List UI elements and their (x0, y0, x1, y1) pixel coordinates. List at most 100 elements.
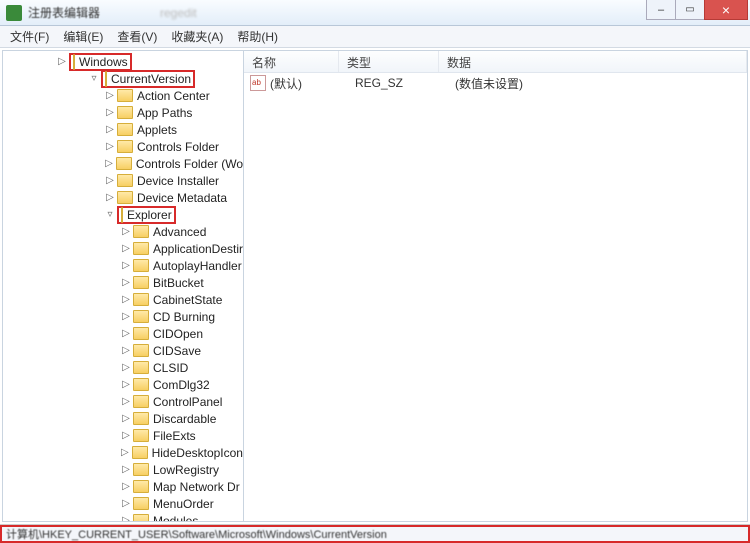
tree-item[interactable]: ▷ Controls Folder (Wo (3, 155, 243, 172)
tree-item[interactable]: ▷LowRegistry (3, 461, 243, 478)
tree-item-label: Windows (79, 55, 128, 69)
menu-favorites[interactable]: 收藏夹(A) (165, 26, 229, 47)
tree-item-label: Map Network Dr (153, 480, 240, 494)
tree-item[interactable]: ▷HideDesktopIcon (3, 444, 243, 461)
tree-item-label: Modules (153, 514, 198, 523)
expander-icon[interactable]: ▷ (119, 481, 133, 492)
tree-item[interactable]: ▷ FileExts (3, 427, 243, 444)
menu-view[interactable]: 查看(V) (111, 26, 163, 47)
folder-icon (133, 514, 149, 522)
folder-icon (133, 293, 149, 306)
tree-item[interactable]: ▷CabinetState (3, 291, 243, 308)
string-value-icon (250, 75, 266, 91)
expander-icon[interactable]: ▷ (103, 107, 117, 118)
tree-item[interactable]: ▷AutoplayHandler (3, 257, 243, 274)
expander-icon[interactable]: ▷ (119, 464, 133, 475)
tree-item[interactable]: ▷CIDSave (3, 342, 243, 359)
tree-item-label: App Paths (137, 106, 192, 120)
expander-icon[interactable]: ▷ (119, 413, 133, 424)
expander-icon[interactable]: ▷ (119, 294, 133, 305)
expander-icon[interactable]: ▷ (119, 328, 133, 339)
tree-item[interactable]: ▷ Action Center (3, 87, 243, 104)
tree-item-label: CurrentVersion (111, 72, 191, 86)
tree-item[interactable]: ▷ControlPanel (3, 393, 243, 410)
expander-icon[interactable]: ▷ (55, 56, 69, 67)
tree-item[interactable]: ▷Controls Folder (3, 138, 243, 155)
expander-icon[interactable]: ▷ (103, 175, 117, 186)
folder-icon (133, 344, 149, 357)
tree-item[interactable]: ▷Discardable (3, 410, 243, 427)
tree-item-label: Controls Folder (Wo (136, 157, 243, 171)
tree-item[interactable]: ▷BitBucket (3, 274, 243, 291)
tree-item[interactable]: ▷ Device Metadata (3, 189, 243, 206)
expander-icon[interactable]: ▷ (119, 362, 133, 373)
expander-icon[interactable]: ▷ (119, 515, 133, 522)
tree-item-label: Explorer (127, 208, 172, 222)
expander-icon[interactable]: ▷ (119, 226, 133, 237)
folder-icon (117, 123, 133, 136)
expander-icon[interactable]: ▿ (87, 73, 101, 84)
expander-icon[interactable]: ▷ (103, 192, 117, 203)
tree-item[interactable]: ▷ App Paths (3, 104, 243, 121)
expander-icon[interactable]: ▷ (103, 141, 117, 152)
registry-tree[interactable]: ▷ Windows ▿ CurrentVersion ▷ Action Center ▷ Ap… (3, 51, 243, 522)
expander-icon[interactable]: ▷ (119, 243, 133, 254)
menu-help[interactable]: 帮助(H) (231, 26, 284, 47)
column-data[interactable]: 数据 (439, 51, 747, 72)
close-button[interactable] (704, 0, 748, 20)
folder-icon (117, 174, 133, 187)
tree-item[interactable]: ▷ Map Network Dr (3, 478, 243, 495)
expander-icon[interactable]: ▷ (119, 498, 133, 509)
expander-icon[interactable]: ▷ (118, 447, 132, 458)
tree-item-label: CIDOpen (153, 327, 203, 341)
tree-item[interactable]: ▷Device Installer (3, 172, 243, 189)
tree-item[interactable]: ▷MenuOrder (3, 495, 243, 512)
expander-icon[interactable]: ▷ (103, 90, 117, 101)
title-bar: 注册表编辑器 regedit (0, 0, 750, 26)
expander-icon[interactable]: ▿ (103, 209, 117, 220)
folder-icon (133, 259, 149, 272)
tree-item-label: Action Center (137, 89, 210, 103)
value-type: REG_SZ (355, 76, 455, 90)
expander-icon[interactable]: ▷ (119, 277, 133, 288)
tree-item-label: Applets (137, 123, 177, 137)
tree-item-explorer[interactable]: ▿ Explorer (3, 206, 243, 223)
minimize-button[interactable] (646, 0, 676, 20)
tree-item[interactable]: ▷ Modules (3, 512, 243, 522)
expander-icon[interactable]: ▷ (119, 260, 133, 271)
menu-edit[interactable]: 编辑(E) (57, 26, 109, 47)
expander-icon[interactable]: ▷ (119, 311, 133, 322)
ghost-text: regedit (160, 6, 197, 20)
tree-item-label: ApplicationDestir (153, 242, 243, 256)
column-type[interactable]: 类型 (339, 51, 439, 72)
tree-item-label: FileExts (153, 429, 196, 443)
status-path: 计算机\HKEY_CURRENT_USER\Software\Microsoft… (6, 526, 387, 542)
expander-icon[interactable]: ▷ (119, 430, 133, 441)
tree-item[interactable]: ▷CLSID (3, 359, 243, 376)
list-row[interactable]: (默认) REG_SZ (数值未设置) (244, 73, 747, 93)
tree-item[interactable]: ▷CD Burning (3, 308, 243, 325)
folder-icon (133, 242, 149, 255)
expander-icon[interactable]: ▷ (103, 124, 117, 135)
tree-item[interactable]: ▷ CIDOpen (3, 325, 243, 342)
expander-icon[interactable]: ▷ (119, 379, 133, 390)
column-name[interactable]: 名称 (244, 51, 339, 72)
tree-item-windows[interactable]: ▷ Windows (3, 53, 243, 70)
workspace: ▷ Windows ▿ CurrentVersion ▷ Action Center ▷ Ap… (0, 48, 750, 525)
tree-item[interactable]: ▷ Advanced (3, 223, 243, 240)
expander-icon[interactable]: ▷ (119, 345, 133, 356)
expander-icon[interactable]: ▷ (102, 158, 116, 169)
tree-item[interactable]: ▷ Applets (3, 121, 243, 138)
value-data: (数值未设置) (455, 75, 747, 92)
tree-item[interactable]: ▷ ApplicationDestir (3, 240, 243, 257)
maximize-button[interactable] (675, 0, 705, 20)
folder-icon (133, 429, 149, 442)
tree-item-currentversion[interactable]: ▿ CurrentVersion (3, 70, 243, 87)
tree-item-label: Advanced (153, 225, 206, 239)
folder-icon (133, 276, 149, 289)
tree-item-label: Device Metadata (137, 191, 227, 205)
menu-file[interactable]: 文件(F) (4, 26, 55, 47)
expander-icon[interactable]: ▷ (119, 396, 133, 407)
folder-icon (117, 106, 133, 119)
tree-item[interactable]: ▷ComDlg32 (3, 376, 243, 393)
